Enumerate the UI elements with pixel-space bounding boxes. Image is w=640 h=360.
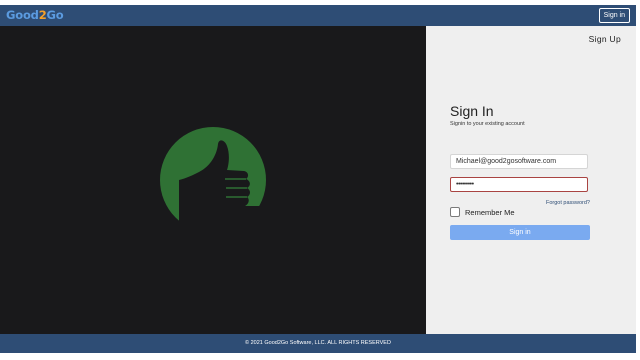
email-field[interactable]: Michael@good2gosoftware.com [450, 154, 588, 169]
header-signin-button[interactable]: Sign in [598, 8, 630, 23]
remember-me-checkbox[interactable] [450, 207, 460, 217]
forgot-password-link[interactable]: Forgot password? [546, 200, 590, 206]
signin-submit-button[interactable]: Sign in [450, 225, 590, 240]
password-field[interactable]: ••••••••• [450, 177, 588, 192]
signin-panel: Sign Up Sign In Signin to your existing … [426, 26, 636, 334]
top-navbar: Good2Go Sign in [0, 5, 636, 26]
thumbs-up-icon [160, 127, 267, 234]
logo-text-good: Good [6, 8, 39, 22]
brand-logo[interactable]: Good2Go [6, 8, 64, 23]
logo-text-2: 2 [38, 8, 47, 22]
signup-link[interactable]: Sign Up [589, 34, 621, 44]
signin-subtitle: Signin to your existing account [450, 121, 525, 127]
signin-title: Sign In [450, 103, 494, 119]
remember-me-label[interactable]: Remember Me [465, 208, 515, 217]
footer-copyright: © 2021 Good2Go Software, LLC. ALL RIGHTS… [0, 334, 636, 353]
hero-panel [0, 26, 426, 334]
logo-text-go: Go [46, 8, 64, 22]
